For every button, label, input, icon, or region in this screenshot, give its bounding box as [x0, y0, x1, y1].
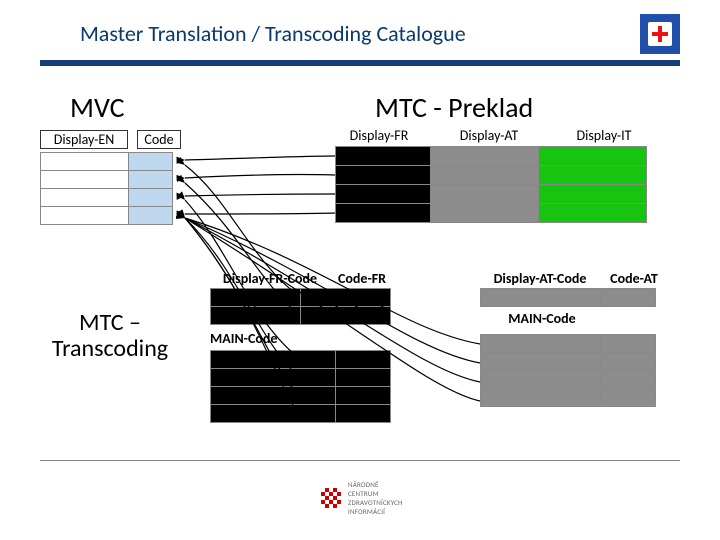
page-title: Master Translation / Transcoding Catalog…	[0, 20, 720, 47]
column-header-display-en: Display-EN	[40, 130, 128, 149]
column-header-display-at: Display-AT	[445, 127, 533, 144]
table-main-code-left	[210, 350, 391, 423]
column-header-display-at-code: Display-AT-Code	[480, 270, 600, 287]
table-preklad	[335, 146, 647, 223]
table-row	[481, 335, 656, 353]
table-at-code	[480, 288, 656, 307]
column-header-code: Code	[137, 130, 181, 149]
org-logo-icon	[640, 14, 680, 54]
table-row	[41, 171, 173, 189]
section-label-mvc: MVC	[70, 90, 125, 125]
table-row	[41, 189, 173, 207]
table-row	[336, 147, 647, 166]
column-header-main-code-right: MAIN-Code	[492, 310, 592, 327]
table-mvc	[40, 152, 173, 225]
footer-org-icon	[320, 487, 342, 509]
title-rule	[40, 60, 680, 66]
table-row	[481, 389, 656, 407]
table-main-code-right	[480, 334, 656, 407]
column-header-display-fr: Display-FR	[335, 127, 423, 144]
table-row	[41, 207, 173, 225]
section-label-mtc-transcoding: MTC – Transcoding	[30, 310, 190, 363]
column-header-display-fr-code: Display-FR-Code	[210, 270, 330, 287]
table-row	[211, 307, 391, 325]
column-header-code-at: Code-AT	[604, 270, 664, 287]
column-header-display-it: Display-IT	[560, 127, 648, 144]
column-header-main-code-left: MAIN-Code	[210, 330, 300, 347]
table-row	[481, 371, 656, 389]
table-row	[211, 289, 391, 307]
table-row	[211, 351, 391, 369]
table-row	[336, 204, 647, 223]
footer-org-logo: NÁRODNÉ CENTRUM ZDRAVOTNÍCKYCH INFORMÁCI…	[320, 480, 403, 516]
table-row	[336, 166, 647, 185]
table-row	[481, 289, 656, 307]
table-row	[481, 353, 656, 371]
header: Master Translation / Transcoding Catalog…	[0, 0, 720, 57]
table-fr-code	[210, 288, 391, 325]
table-row	[41, 153, 173, 171]
section-label-mtc-preklad: MTC - Preklad	[375, 90, 533, 125]
table-row	[211, 405, 391, 423]
footer-rule	[40, 460, 680, 461]
column-header-code-fr: Code-FR	[332, 270, 392, 287]
table-row	[211, 387, 391, 405]
footer-org-text: NÁRODNÉ CENTRUM ZDRAVOTNÍCKYCH INFORMÁCI…	[348, 480, 403, 516]
table-row	[336, 185, 647, 204]
table-row	[211, 369, 391, 387]
